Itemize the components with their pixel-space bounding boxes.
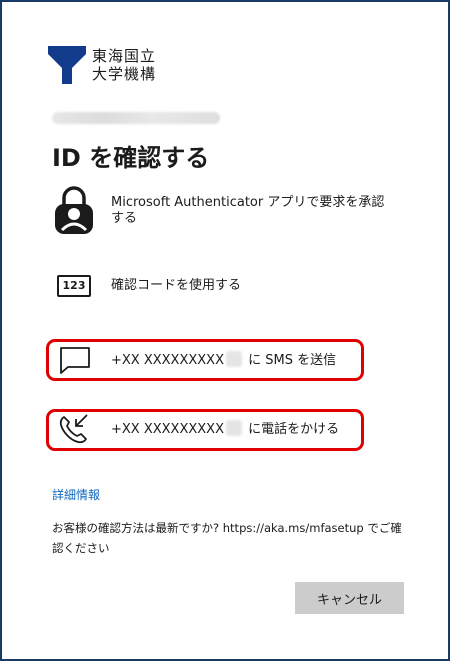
masked-account-id bbox=[52, 112, 220, 124]
call-phone-number: +XX XXXXXXXXX bbox=[111, 422, 224, 437]
call-option[interactable]: +XX XXXXXXXXX に電話をかける bbox=[52, 409, 339, 449]
code-icon: 123 bbox=[52, 275, 96, 297]
mfa-setup-help-text: お客様の確認方法は最新ですか? https://aka.ms/mfasetup … bbox=[52, 521, 402, 555]
phone-incoming-icon bbox=[52, 411, 96, 447]
tokai-logo-icon bbox=[48, 46, 86, 84]
message-icon bbox=[52, 345, 96, 375]
more-info-link[interactable]: 詳細情報 bbox=[52, 486, 100, 503]
verification-code-option-label: 確認コードを使用する bbox=[111, 278, 242, 293]
organization-logo: 東海国立 大学機構 bbox=[48, 46, 156, 84]
cancel-button[interactable]: キャンセル bbox=[295, 582, 404, 614]
authenticator-option[interactable]: Microsoft Authenticator アプリで要求を承認する bbox=[52, 185, 402, 237]
organization-name-line1: 東海国立 bbox=[92, 47, 157, 65]
organization-name-line2: 大学機構 bbox=[92, 65, 157, 83]
verification-code-option[interactable]: 123 確認コードを使用する bbox=[52, 272, 241, 300]
call-option-label: +XX XXXXXXXXX に電話をかける bbox=[111, 420, 339, 438]
sms-option-suffix: に SMS を送信 bbox=[248, 353, 337, 368]
sms-option[interactable]: +XX XXXXXXXXX に SMS を送信 bbox=[52, 341, 336, 379]
masked-phone-digits bbox=[226, 420, 242, 436]
sms-option-label: +XX XXXXXXXXX に SMS を送信 bbox=[111, 351, 336, 369]
page-title: ID を確認する bbox=[52, 144, 210, 172]
lock-person-icon bbox=[52, 186, 96, 236]
authenticator-option-label: Microsoft Authenticator アプリで要求を承認する bbox=[111, 195, 385, 226]
code-icon-text: 123 bbox=[57, 275, 91, 297]
mfa-dialog: 東海国立 大学機構 ID を確認する Microsoft Authenticat… bbox=[0, 0, 450, 661]
call-option-suffix: に電話をかける bbox=[248, 422, 340, 437]
organization-name: 東海国立 大学機構 bbox=[92, 47, 156, 83]
sms-phone-number: +XX XXXXXXXXX bbox=[111, 353, 224, 368]
masked-phone-digits bbox=[226, 351, 242, 367]
